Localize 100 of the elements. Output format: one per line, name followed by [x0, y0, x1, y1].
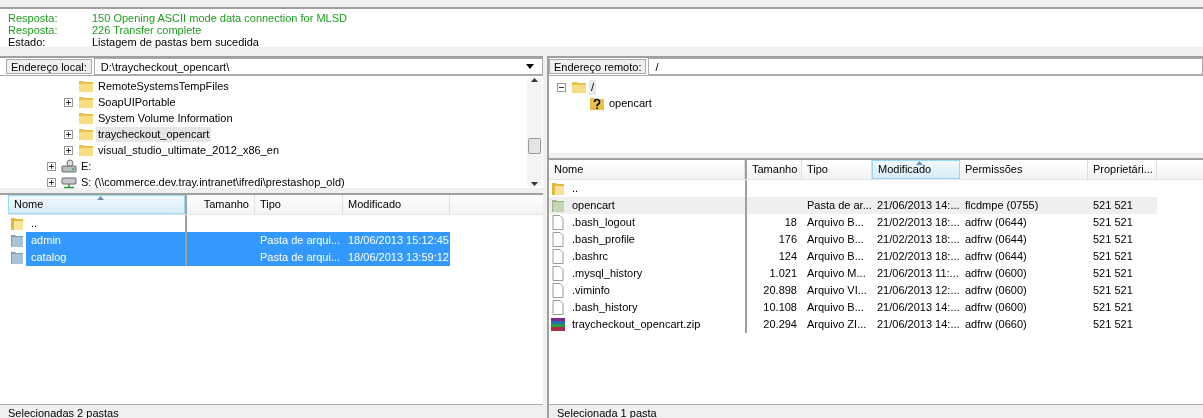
- table-cell-text: 21/06/2013 14:...: [876, 317, 960, 332]
- folder-icon: [571, 80, 587, 94]
- tree-item[interactable]: /: [589, 79, 597, 95]
- table-cell-text: .bash_profile: [571, 232, 636, 247]
- table-cell-text: 21/06/2013 14:...: [876, 300, 960, 315]
- table-cell: 10.108: [745, 299, 802, 316]
- column-header[interactable]: Permissões: [960, 160, 1088, 179]
- sort-arrow-icon: [96, 196, 104, 200]
- folder-icon: [551, 181, 565, 196]
- table-cell-text: 18/06/2013 13:59:12: [347, 250, 450, 265]
- address-label: Endereço remoto:: [549, 59, 647, 74]
- log-message: Listagem de pastas bem sucedida: [92, 36, 259, 48]
- table-cell-text: adfrw (0644): [964, 215, 1028, 230]
- column-header[interactable]: Tamanho: [185, 195, 255, 214]
- column-header[interactable]: Tipo: [255, 195, 343, 214]
- table-cell-text: 521 521: [1092, 266, 1134, 281]
- address-field[interactable]: /: [648, 58, 1203, 75]
- table-cell-text: Arquivo B...: [806, 300, 865, 315]
- scroll-up-icon[interactable]: [531, 78, 538, 82]
- table-cell-text: .bash_history: [571, 300, 639, 315]
- table-cell-text: Pasta de arqui...: [259, 250, 342, 265]
- table-cell-text: 521 521: [1092, 249, 1134, 264]
- table-cell-text: .bashrc: [571, 249, 610, 264]
- table-cell-text: 521 521: [1092, 198, 1134, 213]
- folder-icon: [10, 233, 24, 248]
- table-cell-text: 21/06/2013 11:...: [876, 266, 960, 281]
- column-header[interactable]: Nome: [549, 160, 745, 179]
- table-cell-text: Arquivo M...: [806, 266, 867, 281]
- log-message: 226 Transfer complete: [92, 24, 202, 36]
- table-cell-text: 521 521: [1092, 317, 1134, 332]
- table-cell-text: Pasta de arqui...: [259, 233, 342, 248]
- expand-icon[interactable]: [64, 97, 73, 107]
- table-cell-text: 21/06/2013 12:...: [876, 283, 960, 298]
- folder-icon: [78, 127, 94, 141]
- expand-icon[interactable]: [47, 161, 56, 171]
- table-cell-text: .viminfo: [571, 283, 611, 298]
- drive-icon: [61, 159, 77, 173]
- table-cell-text: 521 521: [1092, 300, 1134, 315]
- table-cell-text: 21/02/2013 18:...: [876, 232, 960, 247]
- table-cell-text: catalog: [30, 250, 68, 265]
- table-cell-text: Arquivo B...: [806, 232, 865, 247]
- network-drive-icon: [61, 175, 77, 189]
- address-field[interactable]: D:\traycheckout_opencart\: [93, 58, 543, 75]
- tree-item[interactable]: System Volume Information: [96, 110, 235, 126]
- table-cell-text: 21/02/2013 18:...: [876, 249, 960, 264]
- scroll-thumb[interactable]: [528, 138, 541, 154]
- expand-icon[interactable]: [47, 177, 56, 187]
- tree-item[interactable]: SoapUIPortable: [96, 94, 178, 110]
- scroll-down-icon[interactable]: [531, 182, 538, 186]
- column-header[interactable]: Nome: [8, 195, 185, 214]
- column-header[interactable]: Modificado: [343, 195, 450, 214]
- table-cell-text: adfrw (0644): [964, 232, 1028, 247]
- table-cell-text: 21/02/2013 18:...: [876, 215, 960, 230]
- table-cell-text: Arquivo B...: [806, 215, 865, 230]
- table-cell: 1.021: [745, 265, 802, 282]
- column-header[interactable]: Tamanho: [745, 160, 802, 179]
- table-cell-text: 521 521: [1092, 215, 1134, 230]
- expand-icon[interactable]: [64, 129, 73, 139]
- dropdown-arrow-icon[interactable]: [526, 64, 534, 69]
- column-header[interactable]: Proprietári...: [1088, 160, 1157, 179]
- folder-icon: [551, 198, 565, 213]
- table-cell-text: ..: [30, 216, 39, 231]
- tree-item[interactable]: S: (\\commerce.dev.tray.intranet\ifredi\prestashop_old): [79, 174, 347, 190]
- table-cell-text: adfrw (0600): [964, 266, 1028, 281]
- table-cell-text: opencart: [571, 198, 616, 213]
- expand-icon[interactable]: [64, 145, 73, 155]
- archive-icon: [550, 317, 566, 332]
- table-cell-text: flcdmpe (0755): [964, 198, 1040, 213]
- tree-item[interactable]: visual_studio_ultimate_2012_x86_en: [96, 142, 282, 158]
- table-cell-text: adfrw (0660): [964, 317, 1028, 332]
- log-label: Resposta:: [8, 12, 59, 24]
- table-cell-text: ..: [571, 181, 580, 196]
- table-cell-text: Arquivo VI...: [806, 283, 868, 298]
- sort-arrow-icon: [916, 161, 923, 165]
- table-cell-text: 521 521: [1092, 283, 1134, 298]
- table-cell-text: 521 521: [1092, 232, 1134, 247]
- table-cell-text: Arquivo B...: [806, 249, 865, 264]
- folder-icon: [10, 216, 24, 231]
- tree-item[interactable]: RemoteSystemsTempFiles: [96, 78, 231, 94]
- tree-item[interactable]: traycheckout_opencart: [96, 126, 212, 142]
- log-message: 150 Opening ASCII mode data connection for MLSD: [92, 12, 347, 24]
- collapse-icon[interactable]: [557, 82, 566, 92]
- tree-item[interactable]: E:: [79, 158, 94, 174]
- folder-icon: [78, 111, 94, 125]
- tree-item[interactable]: opencart: [607, 95, 654, 111]
- column-header[interactable]: Modificado: [872, 160, 960, 179]
- table-cell-text: adfrw (0600): [964, 300, 1028, 315]
- folder-icon: [78, 95, 94, 109]
- table-cell-text: traycheckout_opencart.zip: [571, 317, 702, 332]
- table-cell: 124: [745, 248, 802, 265]
- table-cell-text: Arquivo ZI...: [806, 317, 868, 332]
- table-cell-text: admin: [30, 233, 62, 248]
- table-cell-text: 18/06/2013 15:12:45: [347, 233, 450, 248]
- table-cell-text: .bash_logout: [571, 215, 636, 230]
- table-cell-text: adfrw (0644): [964, 249, 1028, 264]
- folder-icon: [78, 143, 94, 157]
- scrollbar[interactable]: [527, 78, 542, 186]
- question-folder-icon: [589, 95, 605, 111]
- table-cell-text: 21/06/2013 14:...: [876, 198, 960, 213]
- folder-icon: [78, 79, 94, 93]
